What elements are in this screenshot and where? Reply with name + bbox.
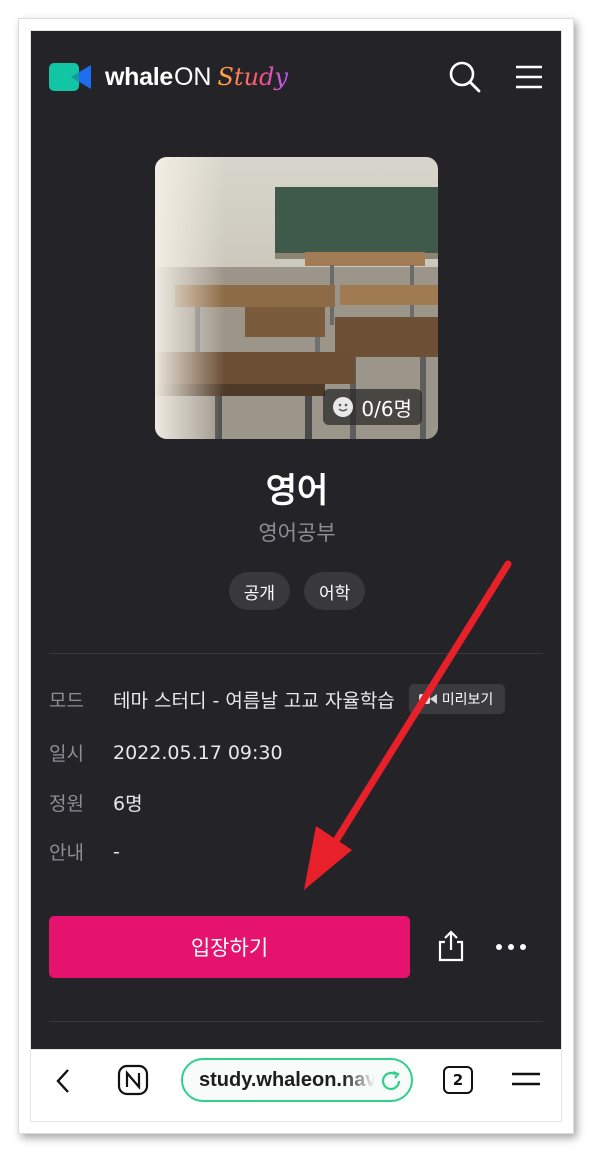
- annotation-arrow: [304, 560, 512, 890]
